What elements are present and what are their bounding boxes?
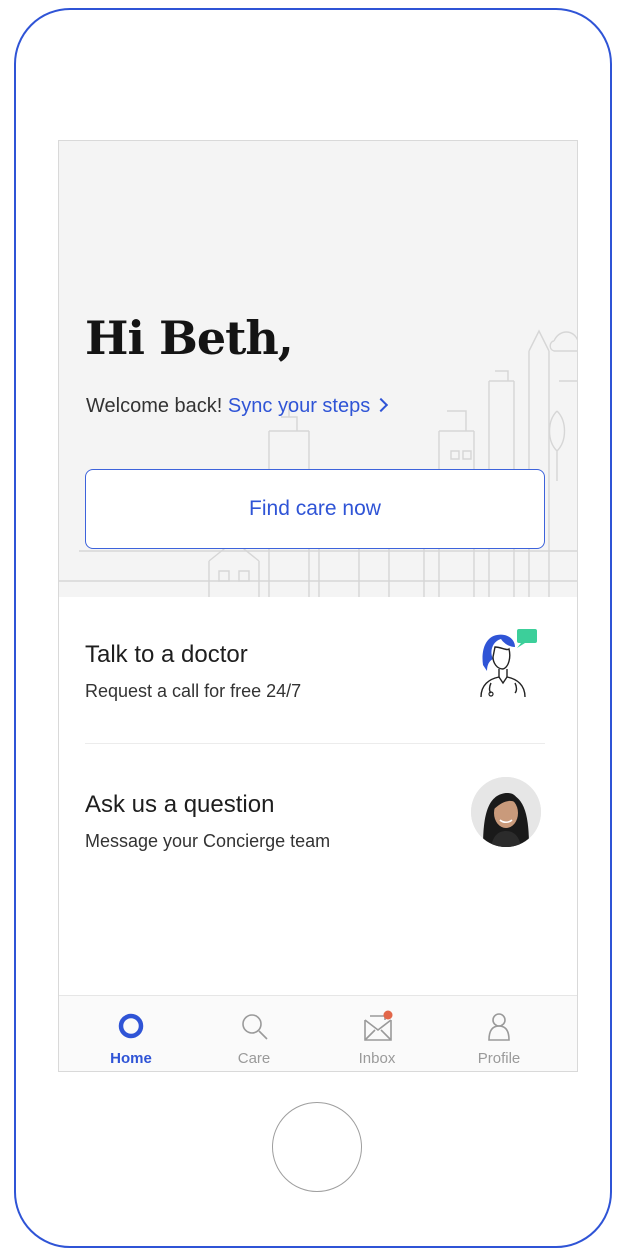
tab-inbox[interactable]: Inbox xyxy=(327,996,427,1071)
tab-label: Inbox xyxy=(358,1050,396,1067)
sync-steps-link[interactable]: Sync your steps xyxy=(227,395,389,417)
concierge-avatar xyxy=(471,777,541,847)
tab-care[interactable]: Care xyxy=(204,996,304,1071)
chevron-right-icon xyxy=(374,397,389,413)
sync-steps-label: Sync your steps xyxy=(227,395,371,417)
bottom-tab-bar: Home Care Inbox Profile xyxy=(59,995,577,1071)
tab-label: Profile xyxy=(477,1050,521,1067)
phone-home-button[interactable] xyxy=(272,1102,362,1192)
home-ring-icon xyxy=(118,1013,144,1039)
search-icon xyxy=(242,1014,268,1040)
inbox-icon xyxy=(364,1010,393,1041)
doctor-chat-icon xyxy=(480,629,537,698)
card-title: Ask us a question xyxy=(85,791,275,818)
card-subtitle: Message your Concierge team xyxy=(85,831,331,851)
card-subtitle: Request a call for free 24/7 xyxy=(85,681,302,701)
tab-profile[interactable]: Profile xyxy=(449,996,549,1071)
tab-label: Home xyxy=(110,1050,152,1067)
card-divider xyxy=(85,743,545,744)
tab-label: Care xyxy=(237,1050,271,1067)
find-care-button[interactable]: Find care now xyxy=(85,469,545,549)
inbox-badge xyxy=(383,1010,393,1020)
hero-section: Hi Beth, Welcome back! Sync your steps F… xyxy=(59,141,577,597)
tab-home[interactable]: Home xyxy=(81,996,181,1071)
greeting-title: Hi Beth, xyxy=(85,311,294,365)
card-title: Talk to a doctor xyxy=(85,641,248,668)
profile-icon xyxy=(488,1013,510,1041)
app-screen: Hi Beth, Welcome back! Sync your steps F… xyxy=(58,140,578,1072)
welcome-line: Welcome back! Sync your steps xyxy=(86,395,389,418)
welcome-text: Welcome back! xyxy=(86,395,223,417)
concierge-portrait xyxy=(471,777,541,847)
ask-question-card[interactable]: Ask us a question Message your Concierge… xyxy=(85,777,545,911)
